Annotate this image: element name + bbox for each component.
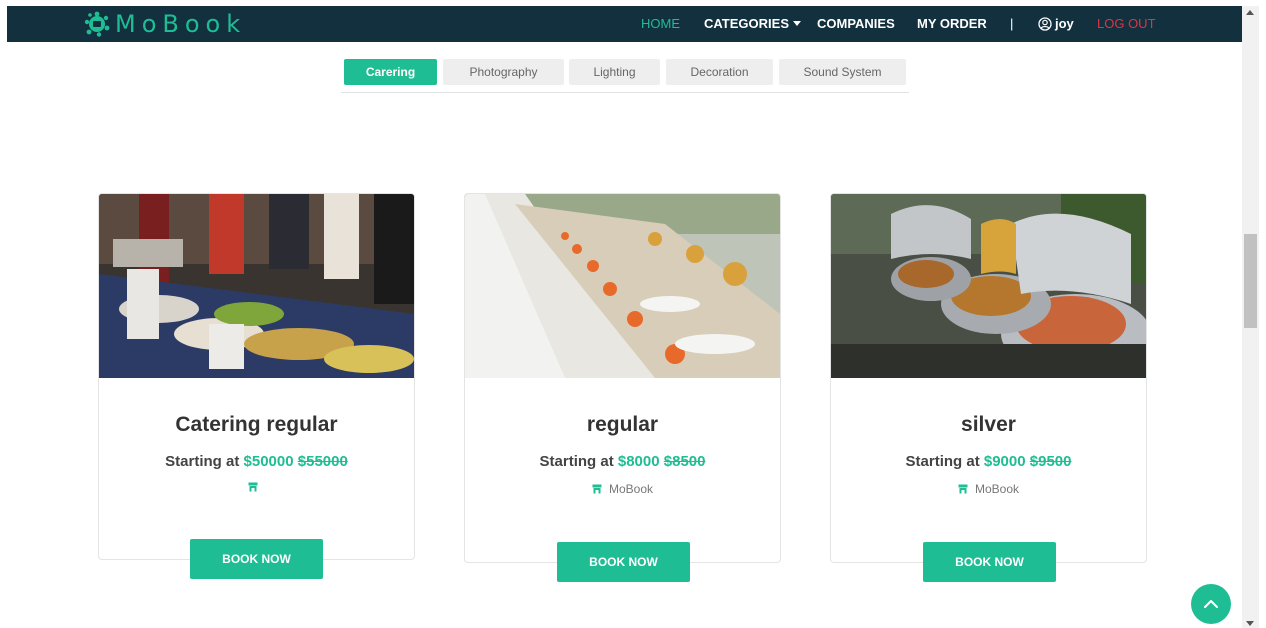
caret-down-icon <box>793 21 801 26</box>
card-title: regular <box>586 413 659 436</box>
price-prefix: Starting at <box>539 453 614 470</box>
price-current: $50000 <box>243 453 294 470</box>
banquet-table-image <box>465 194 780 378</box>
shop-icon <box>592 484 602 494</box>
package-card: silver Starting at $9000 $9500 MoBook <box>830 193 1147 563</box>
price-prefix: Starting at <box>905 453 980 470</box>
nav-companies[interactable]: COMPANIES <box>817 6 895 42</box>
price-old: $55000 <box>297 453 348 470</box>
shop-icon <box>958 484 968 494</box>
tab-catering[interactable]: Carering <box>344 59 437 85</box>
catering-buffet-image <box>99 194 414 378</box>
package-card: regular Starting at $8000 $8500 MoBook <box>464 193 781 563</box>
nav-home[interactable]: HOME <box>641 6 680 42</box>
brand-logo[interactable]: MoBook <box>84 9 246 39</box>
company-name[interactable]: MoBook <box>975 482 1019 496</box>
tab-sound-system[interactable]: Sound System <box>779 59 906 85</box>
book-now-button[interactable]: BOOK NOW <box>923 542 1056 582</box>
chevron-up-icon <box>1204 600 1218 608</box>
price-current: $9000 <box>983 453 1026 470</box>
scrollbar-thumb[interactable] <box>1244 234 1257 328</box>
card-company: MoBook <box>831 482 1146 496</box>
price-current: $8000 <box>617 453 660 470</box>
nav-user[interactable]: joy <box>1038 6 1074 42</box>
scroll-down-arrow-icon[interactable] <box>1246 621 1254 626</box>
book-now-button[interactable]: BOOK NOW <box>557 542 690 582</box>
category-tabs: Carering Photography Lighting Decoration… <box>341 58 909 93</box>
nav-categories[interactable]: CATEGORIES <box>704 6 801 42</box>
card-title: silver <box>961 413 1016 436</box>
tab-lighting[interactable]: Lighting <box>569 59 660 85</box>
nav-my-order[interactable]: MY ORDER <box>917 6 987 42</box>
company-name[interactable]: MoBook <box>609 482 653 496</box>
card-price: Starting at $50000 $55000 <box>99 453 414 470</box>
card-price: Starting at $9000 $9500 <box>831 453 1146 470</box>
top-navbar: MoBook HOME CATEGORIES COMPANIES MY ORDE… <box>7 6 1242 42</box>
tab-decoration[interactable]: Decoration <box>666 59 773 85</box>
book-now-button[interactable]: BOOK NOW <box>190 539 323 579</box>
package-card: Catering regular Starting at $50000 $550… <box>98 193 415 560</box>
nav-separator: | <box>1010 16 1014 31</box>
card-company <box>99 482 414 492</box>
scroll-up-arrow-icon[interactable] <box>1246 10 1254 15</box>
tab-photography[interactable]: Photography <box>443 59 564 85</box>
user-name: joy <box>1055 16 1074 31</box>
price-prefix: Starting at <box>165 453 240 470</box>
price-old: $9500 <box>1029 453 1072 470</box>
card-title: Catering regular <box>175 413 338 436</box>
shop-icon <box>248 482 258 492</box>
splash-logo-icon <box>84 11 110 37</box>
user-circle-icon <box>1038 17 1052 31</box>
nav-logout[interactable]: LOG OUT <box>1097 6 1156 42</box>
brand-name: MoBook <box>115 10 247 38</box>
card-price: Starting at $8000 $8500 <box>465 453 780 470</box>
nav-categories-label: CATEGORIES <box>704 16 789 31</box>
page-scrollbar[interactable] <box>1242 6 1259 628</box>
price-old: $8500 <box>663 453 706 470</box>
chafing-dish-image <box>831 194 1146 378</box>
card-company: MoBook <box>465 482 780 496</box>
back-to-top-button[interactable] <box>1191 584 1231 624</box>
